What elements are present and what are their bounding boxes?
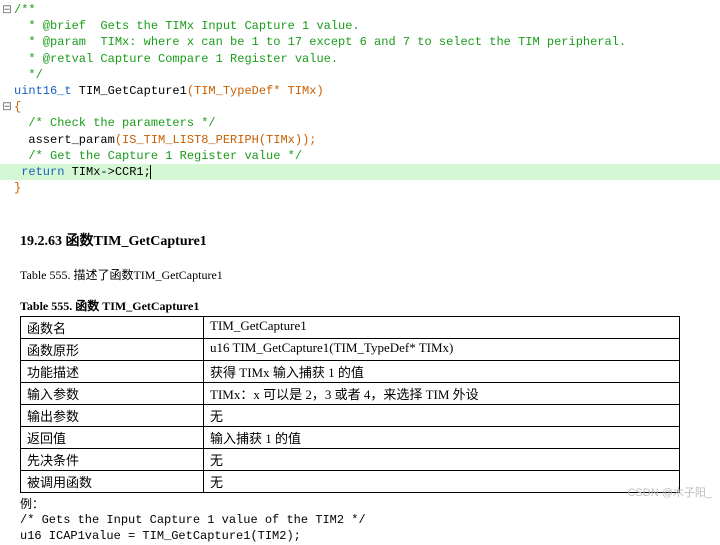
row-label: 功能描述 xyxy=(21,361,204,383)
code-line: * @retval Capture Compare 1 Register val… xyxy=(0,51,720,67)
section-heading: 19.2.63 函数TIM_GetCapture1 xyxy=(20,230,700,250)
call-assert: assert_param xyxy=(14,133,115,147)
brace-close: } xyxy=(14,181,21,195)
code-line-highlight: return TIMx->CCR1; xyxy=(0,164,720,180)
doc-comment-param: * @param TIMx: where x can be 1 to 17 ex… xyxy=(14,35,626,49)
fold-marker-icon[interactable]: ⊟ xyxy=(0,2,14,18)
source-code-block: ⊟/** * @brief Gets the TIMx Input Captur… xyxy=(0,2,720,196)
row-label: 输入参数 xyxy=(21,383,204,405)
code-line: ⊟{ xyxy=(0,99,720,115)
doc-comment-end: */ xyxy=(14,68,43,82)
table-row: 被调用函数无 xyxy=(21,471,680,493)
example-code-line: u16 ICAP1value = TIM_GetCapture1(TIM2); xyxy=(20,528,700,544)
code-line: } xyxy=(0,180,720,196)
row-value: 获得 TIMx 输入捕获 1 的值 xyxy=(204,361,680,383)
function-name: TIM_GetCapture1 xyxy=(72,84,187,98)
code-line: /* Get the Capture 1 Register value */ xyxy=(0,148,720,164)
code-line: * @brief Gets the TIMx Input Capture 1 v… xyxy=(0,18,720,34)
row-label: 先决条件 xyxy=(21,449,204,471)
doc-comment: /** xyxy=(14,3,36,17)
table-row: 函数原形u16 TIM_GetCapture1(TIM_TypeDef* TIM… xyxy=(21,339,680,361)
watermark: CSDN @木子阳_ xyxy=(627,484,712,500)
row-label: 函数原形 xyxy=(21,339,204,361)
row-value: 输入捕获 1 的值 xyxy=(204,427,680,449)
doc-comment-retval: * @retval Capture Compare 1 Register val… xyxy=(14,52,338,66)
row-value: u16 TIM_GetCapture1(TIM_TypeDef* TIMx) xyxy=(204,339,680,361)
call-arg-end: (TIMx)); xyxy=(259,133,317,147)
code-line-signature: uint16_t TIM_GetCapture1(TIM_TypeDef* TI… xyxy=(0,83,720,99)
params: (TIM_TypeDef* TIMx) xyxy=(187,84,324,98)
table-row: 返回值输入捕获 1 的值 xyxy=(21,427,680,449)
fold-marker-icon[interactable]: ⊟ xyxy=(0,99,14,115)
row-label: 函数名 xyxy=(21,317,204,339)
return-type: uint16_t xyxy=(14,84,72,98)
row-value: TIMx：x 可以是 2，3 或者 4，来选择 TIM 外设 xyxy=(204,383,680,405)
table-row: 输出参数无 xyxy=(21,405,680,427)
table-row: 函数名TIM_GetCapture1 xyxy=(21,317,680,339)
code-line: ⊟/** xyxy=(0,2,720,18)
table-row: 功能描述获得 TIMx 输入捕获 1 的值 xyxy=(21,361,680,383)
row-label: 被调用函数 xyxy=(21,471,204,493)
call-arg: (IS_TIM_LIST8_PERIPH xyxy=(115,133,259,147)
function-doc-table: 函数名TIM_GetCapture1 函数原形u16 TIM_GetCaptur… xyxy=(20,316,680,493)
documentation-section: 19.2.63 函数TIM_GetCapture1 Table 555. 描述了… xyxy=(0,196,720,544)
table-row: 先决条件无 xyxy=(21,449,680,471)
row-label: 输出参数 xyxy=(21,405,204,427)
inline-comment: /* Check the parameters */ xyxy=(14,116,216,130)
code-line: */ xyxy=(0,67,720,83)
table-row: 输入参数TIMx：x 可以是 2，3 或者 4，来选择 TIM 外设 xyxy=(21,383,680,405)
table-caption-strong: Table 555. 函数 TIM_GetCapture1 xyxy=(20,297,700,314)
row-label: 返回值 xyxy=(21,427,204,449)
code-line: * @param TIMx: where x can be 1 to 17 ex… xyxy=(0,34,720,50)
code-line: /* Check the parameters */ xyxy=(0,115,720,131)
example-code-line: /* Gets the Input Capture 1 value of the… xyxy=(20,512,700,528)
inline-comment: /* Get the Capture 1 Register value */ xyxy=(14,149,302,163)
return-expr: TIMx->CCR1; xyxy=(64,165,150,179)
row-value: 无 xyxy=(204,471,680,493)
row-value: 无 xyxy=(204,405,680,427)
brace-open: { xyxy=(14,100,21,114)
row-value: TIM_GetCapture1 xyxy=(204,317,680,339)
code-line: assert_param(IS_TIM_LIST8_PERIPH(TIMx)); xyxy=(0,132,720,148)
doc-comment-brief: * @brief Gets the TIMx Input Capture 1 v… xyxy=(14,19,360,33)
row-value: 无 xyxy=(204,449,680,471)
keyword-return: return xyxy=(14,165,64,179)
table-caption-small: Table 555. 描述了函数TIM_GetCapture1 xyxy=(20,266,700,283)
